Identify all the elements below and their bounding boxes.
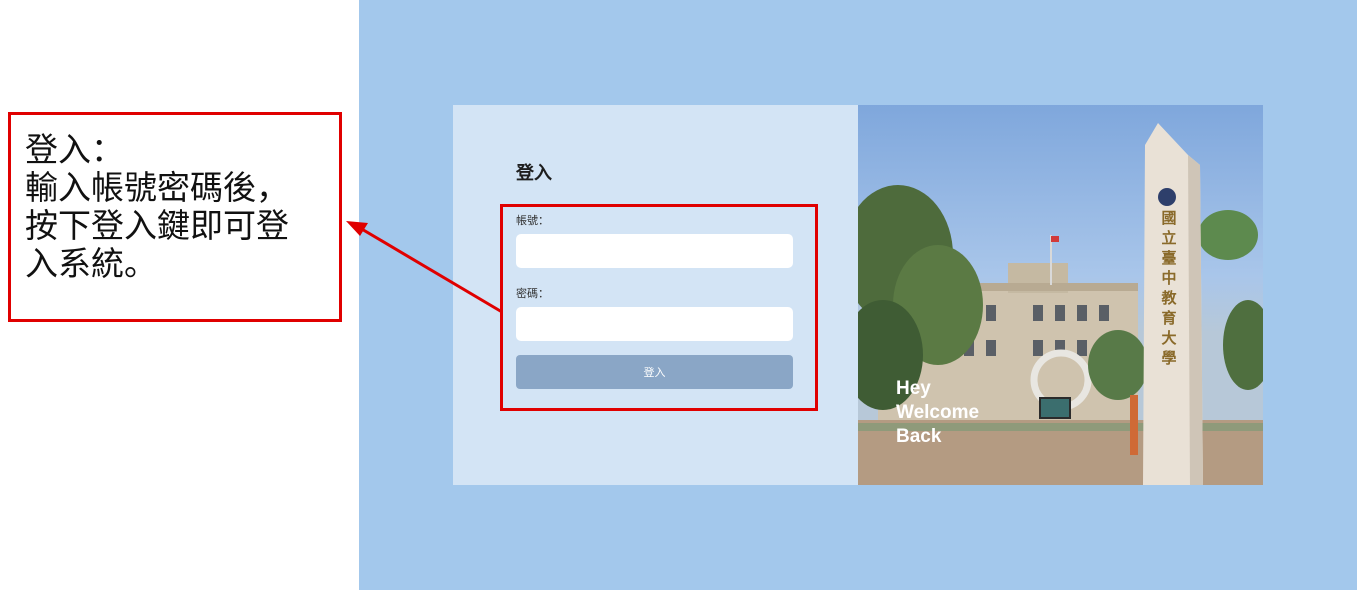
monument-inscription: 國 立 臺 中 教 育 大 學	[1160, 208, 1178, 368]
welcome-line: Welcome	[896, 402, 980, 423]
password-input[interactable]	[516, 307, 793, 341]
monument-char: 學	[1161, 349, 1177, 367]
monument-char: 立	[1161, 229, 1177, 247]
monument-char: 育	[1161, 309, 1177, 327]
annotation-line: 入系統。	[25, 244, 157, 283]
annotation-line: 登入：	[25, 130, 124, 169]
monument-char: 臺	[1161, 249, 1177, 267]
password-label: 密碼：	[516, 287, 549, 300]
welcome-line: Hey	[896, 378, 931, 399]
welcome-line: Back	[896, 426, 942, 447]
monument-char: 國	[1161, 209, 1177, 227]
annotation-line: 按下登入鍵即可登	[25, 206, 289, 245]
username-input[interactable]	[516, 234, 793, 268]
form-title: 登入	[516, 163, 552, 184]
annotation-line: 輸入帳號密碼後，	[25, 168, 289, 207]
campus-photo: 國 立 臺 中 教 育 大 學 Hey Welcome Back	[858, 105, 1263, 485]
login-card: 登入 帳號： 密碼： 登入 國 立 臺 中 教 育 大 學 Hey Welcom…	[453, 105, 1263, 485]
annotation-callout: 登入： 輸入帳號密碼後， 按下登入鍵即可登 入系統。	[8, 112, 342, 322]
monument-char: 教	[1161, 289, 1177, 307]
monument-char: 大	[1161, 329, 1177, 347]
login-form-panel: 登入 帳號： 密碼： 登入	[453, 105, 858, 485]
welcome-message: Hey Welcome Back	[896, 377, 979, 449]
login-button[interactable]: 登入	[516, 355, 793, 389]
monument-char: 中	[1161, 269, 1177, 287]
username-label: 帳號：	[516, 214, 549, 227]
